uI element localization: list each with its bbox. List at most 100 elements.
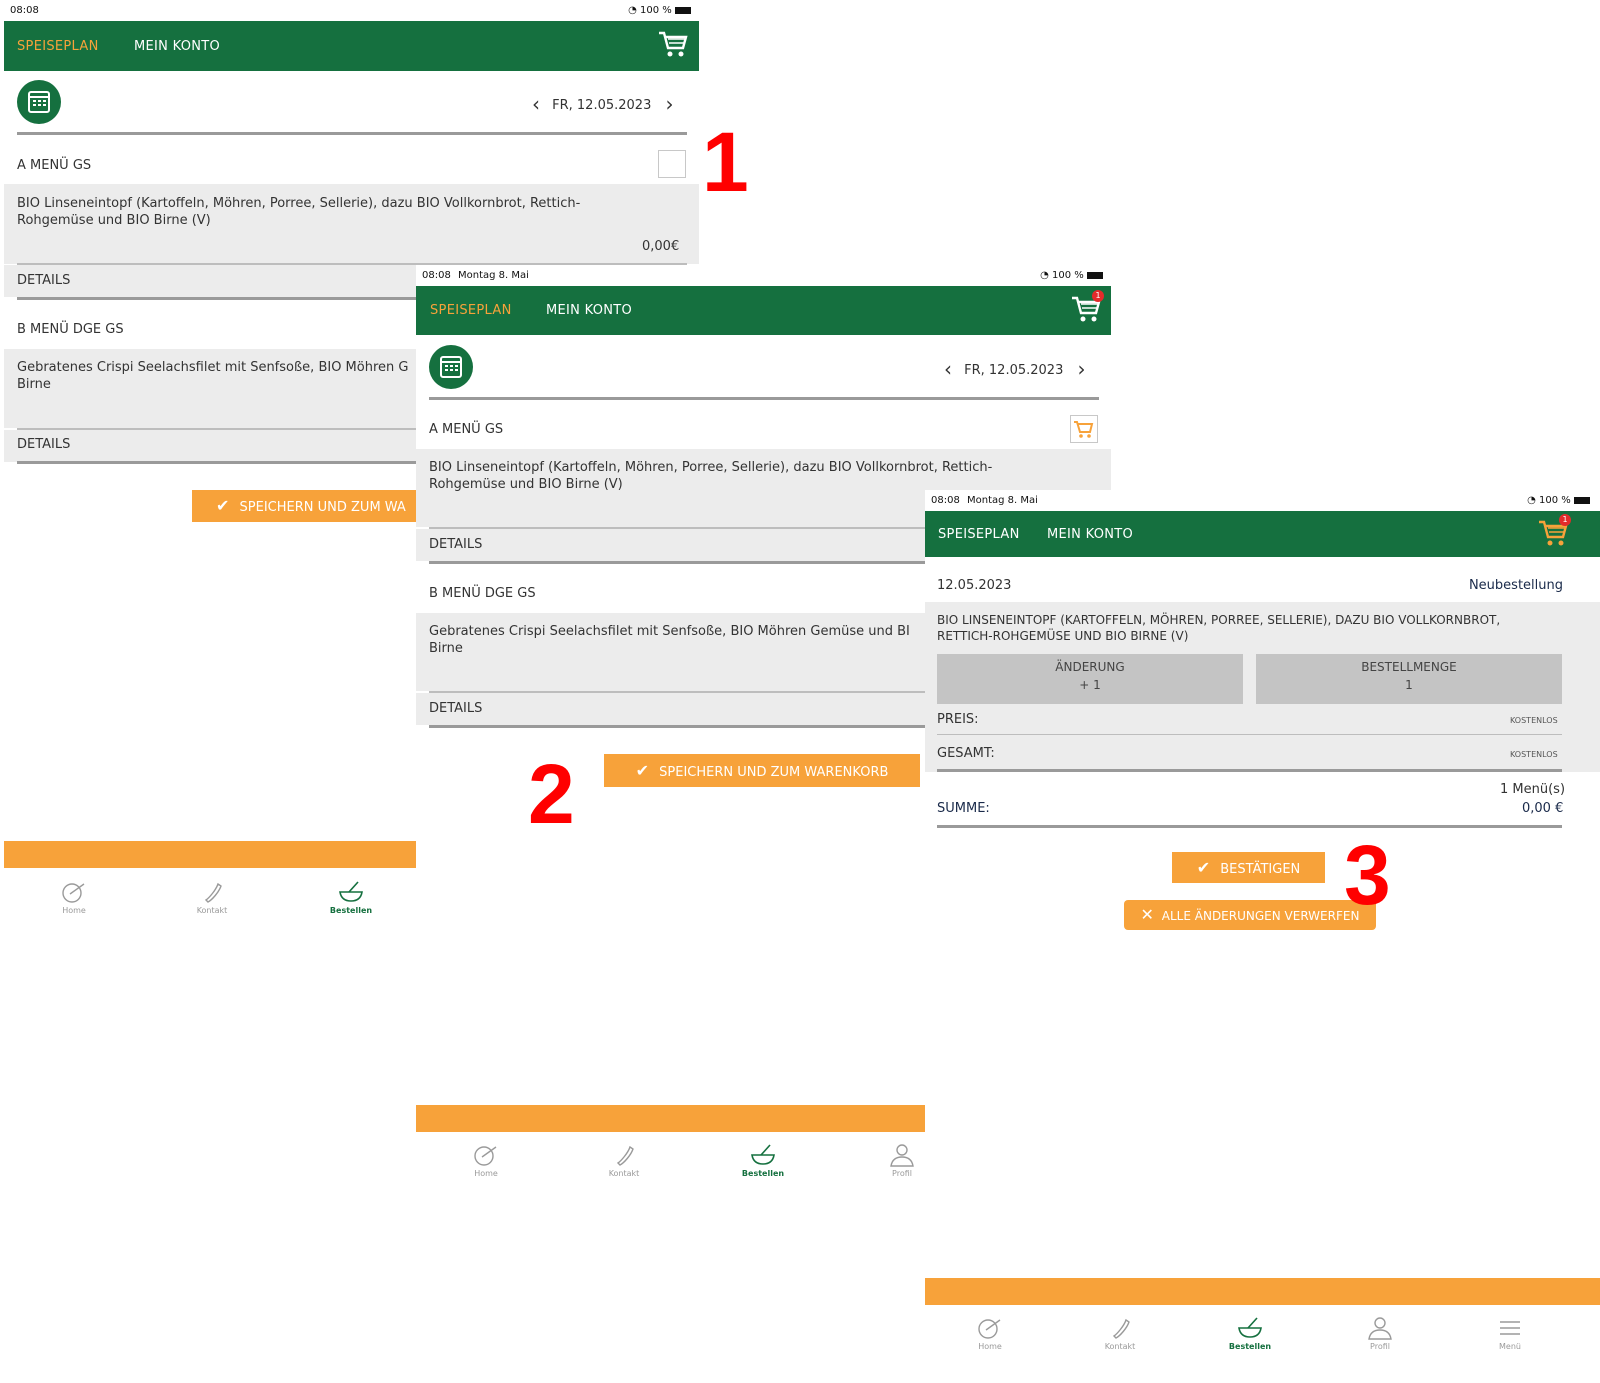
bottom-tab-kontakt[interactable]: Kontakt [1080,1316,1160,1351]
wifi-icon: ◔ [1527,495,1536,506]
calendar-button[interactable] [429,345,473,389]
status-bar: 08:08 Montag 8. Mai ◔ 100 % [925,490,1600,508]
chevron-right-icon[interactable]: › [666,92,674,116]
bottom-tab-bestellen[interactable]: Bestellen [1210,1316,1290,1351]
order-item-description: BIO LINSENEINTOPF (KARTOFFELN, MÖHREN, P… [937,613,1501,643]
person-icon [1368,1317,1392,1340]
tab-speiseplan[interactable]: SPEISEPLAN [430,303,512,318]
current-date: FR, 12.05.2023 [964,363,1064,378]
confirm-button[interactable]: ✔ BESTÄTIGEN [1172,852,1325,883]
total-label: GESAMT: [937,746,995,761]
divider [937,825,1562,828]
status-time: 08:08 Montag 8. Mai [422,270,529,281]
calendar-icon [28,91,50,113]
cart-button[interactable]: 1 [1537,514,1571,548]
order-type: Neubestellung [1468,578,1563,593]
bowl-icon [339,881,363,902]
menu-b-details-link[interactable]: DETAILS [17,437,70,452]
save-to-cart-button[interactable]: ✔ SPEICHERN UND ZUM WARENKORB [604,754,920,787]
menu-b-title: B MENÜ DGE GS [429,586,536,601]
wifi-icon: ◔ [628,5,637,16]
menu-b-description: Gebratenes Crispi Seelachsfilet mit Senf… [17,360,409,392]
home-icon [978,1319,1001,1339]
menu-a-title: A MENÜ GS [429,422,504,437]
app-header: SPEISEPLAN MEIN KONTO [4,21,699,71]
close-icon: ✕ [1140,905,1154,924]
status-time: 08:08 [10,5,39,16]
menu-a-description: BIO Linseneintopf (Kartoffeln, Möhren, P… [17,196,581,228]
bowl-icon [1238,1317,1262,1338]
change-cell: ÄNDERUNG + 1 [937,654,1243,704]
menu-a-cart-checkbox[interactable] [1070,415,1098,443]
menu-a-details-link[interactable]: DETAILS [17,273,70,288]
bowl-icon [751,1144,775,1165]
home-icon [62,883,85,903]
menu-a-title: A MENÜ GS [17,158,92,173]
bottom-tab-bestellen[interactable]: Bestellen [723,1143,803,1178]
status-battery: ◔ 100 % [1527,495,1590,506]
quantity-cell[interactable]: BESTELLMENGE 1 [1256,654,1562,704]
bottom-tab-home[interactable]: Home [950,1316,1030,1351]
divider [17,132,687,135]
tab-mein-konto[interactable]: MEIN KONTO [1047,527,1133,542]
chevron-right-icon[interactable]: › [1078,357,1086,381]
check-icon: ✔ [216,496,230,515]
phone-icon [204,882,222,903]
cart-icon [659,31,688,57]
menu-b-details-link[interactable]: DETAILS [429,701,482,716]
check-icon: ✔ [635,761,649,780]
bottom-tab-home[interactable]: Home [34,880,114,915]
menu-b-description: Gebratenes Crispi Seelachsfilet mit Senf… [429,624,910,656]
phone-icon [1112,1318,1130,1339]
battery-icon [675,6,691,14]
bottom-tab-home[interactable]: Home [446,1143,526,1178]
menu-a-description: BIO Linseneintopf (Kartoffeln, Möhren, P… [429,460,993,492]
status-battery: ◔ 100 % [628,5,691,16]
menu-a-details-link[interactable]: DETAILS [429,537,482,552]
chevron-left-icon[interactable]: ‹ [944,357,952,381]
bottom-tab-kontakt[interactable]: Kontakt [584,1143,664,1178]
app-header: SPEISEPLAN MEIN KONTO 1 [925,511,1600,557]
status-bar: 08:08 Montag 8. Mai ◔ 100 % [416,265,1111,283]
app-header: SPEISEPLAN MEIN KONTO 1 [416,286,1111,335]
footer-bar [925,1278,1600,1305]
status-bar: 08:08 ◔ 100 % [4,0,699,18]
date-navigator: ‹ FR, 12.05.2023 › [532,92,674,116]
menu-a-price: 0,00€ [642,239,680,254]
hamburger-icon [1500,1321,1520,1335]
status-time: 08:08 Montag 8. Mai [931,495,1038,506]
menu-a-checkbox[interactable] [658,150,686,178]
step-number-2: 2 [528,747,575,841]
divider [937,769,1562,772]
cart-button[interactable]: 1 [1070,290,1104,324]
wifi-icon: ◔ [1040,270,1049,281]
chevron-left-icon[interactable]: ‹ [532,92,540,116]
total-value: KOSTENLOS [1510,750,1558,759]
current-date: FR, 12.05.2023 [552,98,652,113]
price-value: KOSTENLOS [1510,716,1558,725]
bottom-tab-bestellen[interactable]: Bestellen [311,880,391,915]
bottom-tab-profil[interactable]: Profil [1340,1316,1420,1351]
tab-speiseplan[interactable]: SPEISEPLAN [17,39,99,54]
status-battery: ◔ 100 % [1040,270,1103,281]
home-icon [474,1146,497,1166]
divider [429,397,1099,400]
tab-mein-konto[interactable]: MEIN KONTO [546,303,632,318]
calendar-icon [440,356,462,378]
tab-mein-konto[interactable]: MEIN KONTO [134,39,220,54]
cart-button[interactable] [657,29,689,59]
step-number-3: 3 [1344,828,1391,922]
divider [937,734,1562,735]
bottom-tab-menu[interactable]: Menü [1470,1316,1550,1351]
cart-badge: 1 [1092,290,1104,302]
check-icon: ✔ [1196,858,1211,877]
bottom-tab-kontakt[interactable]: Kontakt [172,880,252,915]
discard-changes-button[interactable]: ✕ ALLE ÄNDERUNGEN VERWERFEN [1124,900,1376,930]
step-number-1: 1 [702,115,749,209]
sum-label: SUMME: [937,801,990,816]
tab-speiseplan[interactable]: SPEISEPLAN [938,527,1020,542]
screenshot-3: 08:08 Montag 8. Mai ◔ 100 % SPEISEPLAN M… [925,490,1600,1383]
person-icon [890,1144,914,1167]
calendar-button[interactable] [17,80,61,124]
price-label: PREIS: [937,712,979,727]
